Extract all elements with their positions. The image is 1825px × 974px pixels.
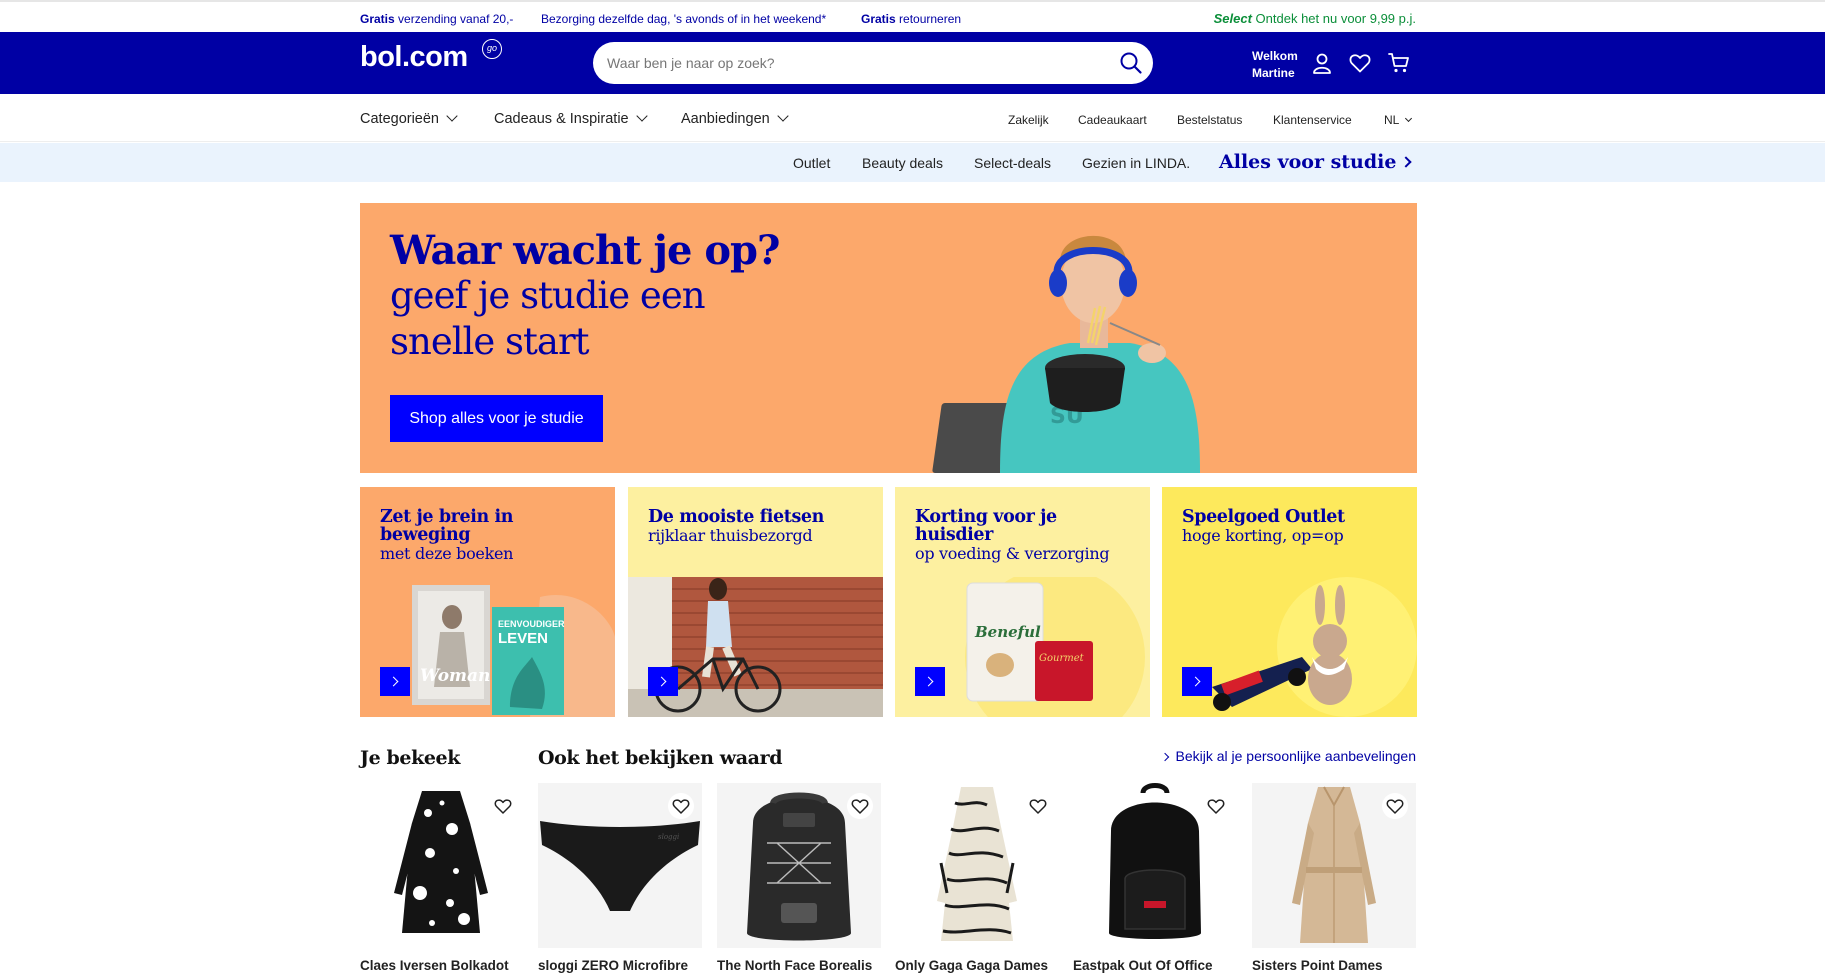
wishlist-heart-icon[interactable] bbox=[1348, 51, 1372, 75]
search-bar bbox=[593, 42, 1153, 84]
heart-icon[interactable] bbox=[1203, 793, 1229, 819]
chevron-right-icon bbox=[1400, 156, 1413, 168]
product-card[interactable]: Claes Iversen Bolkadot bbox=[360, 783, 524, 974]
chevron-down-icon bbox=[635, 110, 648, 122]
bike-image bbox=[628, 577, 883, 717]
heart-icon[interactable] bbox=[847, 793, 873, 819]
search-icon[interactable] bbox=[1119, 51, 1143, 75]
hero-subtitle: geef je studie een snelle start bbox=[390, 274, 706, 363]
logo-badge: go bbox=[482, 39, 502, 59]
svg-text:sloggi: sloggi bbox=[658, 833, 679, 841]
tile-books-title: Zet je brein in beweging bbox=[380, 507, 514, 545]
tile-books[interactable]: Zet je brein in beweging met deze boeken … bbox=[360, 487, 615, 717]
chevron-down-icon bbox=[446, 110, 458, 122]
usp-free-returns[interactable]: Gratis retourneren bbox=[861, 12, 961, 26]
nav-giftcard[interactable]: Cadeaukaart bbox=[1078, 113, 1147, 127]
subnav-select-deals[interactable]: Select-deals bbox=[974, 155, 1051, 171]
heart-icon[interactable] bbox=[1025, 793, 1051, 819]
subnav-beauty-deals[interactable]: Beauty deals bbox=[862, 155, 943, 171]
tile-pets[interactable]: Korting voor je huisdier op voeding & ver… bbox=[895, 487, 1150, 717]
tile-bikes-arrow-button[interactable] bbox=[648, 667, 678, 696]
usp-bar: Gratis verzending vanaf 20,- Bezorging d… bbox=[0, 0, 1825, 32]
svg-text:Gourmet: Gourmet bbox=[1039, 653, 1085, 664]
pet-food-image: Beneful Gourmet bbox=[895, 567, 1150, 717]
recommended-heading: Ook het bekijken waard bbox=[538, 747, 783, 769]
product-name[interactable]: sloggi ZERO Microfibre bbox=[538, 958, 718, 973]
tile-toys-subtitle: hoge korting, op=op bbox=[1182, 526, 1344, 545]
heart-icon[interactable] bbox=[490, 793, 516, 819]
nav-gifts-inspiration[interactable]: Cadeaus & Inspiratie bbox=[494, 110, 648, 127]
tile-pets-subtitle: op voeding & verzorging bbox=[915, 544, 1110, 563]
product-name[interactable]: Claes Iversen Bolkadot bbox=[360, 958, 540, 973]
product-name[interactable]: Sisters Point Dames bbox=[1252, 958, 1432, 973]
main-nav: Categorieën Cadeaus & Inspiratie Aanbied… bbox=[0, 94, 1825, 142]
tile-books-arrow-button[interactable] bbox=[380, 667, 410, 696]
header: bol.com go Welkom Martine bbox=[0, 32, 1825, 94]
product-name[interactable]: Eastpak Out Of Office bbox=[1073, 958, 1253, 973]
svg-text:EENVOUDIGER: EENVOUDIGER bbox=[498, 619, 565, 629]
all-recommendations-link[interactable]: Bekijk al je persoonlijke aanbevelingen bbox=[1160, 748, 1416, 764]
books-image: Woman EENVOUDIGER LEVEN bbox=[360, 577, 615, 717]
cart-icon[interactable] bbox=[1387, 51, 1411, 75]
welcome-text[interactable]: Welkom Martine bbox=[1252, 48, 1298, 82]
product-name[interactable]: The North Face Borealis bbox=[717, 958, 897, 973]
heart-icon[interactable] bbox=[668, 793, 694, 819]
hero-banner[interactable]: Waar wacht je op? geef je studie een sne… bbox=[360, 203, 1417, 473]
nav-customer-service[interactable]: Klantenservice bbox=[1273, 113, 1352, 127]
nav-business[interactable]: Zakelijk bbox=[1008, 113, 1049, 127]
usp-delivery[interactable]: Bezorging dezelfde dag, 's avonds of in … bbox=[541, 12, 826, 26]
product-name[interactable]: Only Gaga Gaga Dames bbox=[895, 958, 1075, 973]
product-card[interactable]: The North Face Borealis bbox=[717, 783, 881, 974]
tile-toys[interactable]: Speelgoed Outlet hoge korting, op=op bbox=[1162, 487, 1417, 717]
tile-books-subtitle: met deze boeken bbox=[380, 544, 514, 563]
search-input[interactable] bbox=[607, 42, 1097, 84]
logo[interactable]: bol.com bbox=[360, 41, 468, 74]
chevron-down-icon bbox=[1405, 114, 1413, 123]
product-card[interactable]: Eastpak Out Of Office bbox=[1073, 783, 1237, 974]
tile-bikes[interactable]: De mooiste fietsen rijklaar thuisbezorgd bbox=[628, 487, 883, 717]
svg-text:LEVEN: LEVEN bbox=[498, 630, 548, 647]
viewed-heading: Je bekeek bbox=[360, 747, 460, 769]
account-icon[interactable] bbox=[1310, 51, 1334, 75]
select-promo-link[interactable]: Select Ontdek het nu voor 9,99 p.j. bbox=[1214, 11, 1416, 26]
product-card[interactable]: Only Gaga Gaga Dames bbox=[895, 783, 1059, 974]
tile-toys-title: Speelgoed Outlet bbox=[1182, 507, 1345, 527]
hero-student-image: SU bbox=[930, 203, 1230, 473]
chevron-down-icon bbox=[777, 110, 789, 122]
sub-nav: Outlet Beauty deals Select-deals Gezien … bbox=[0, 143, 1825, 182]
tile-bikes-subtitle: rijklaar thuisbezorgd bbox=[648, 526, 813, 545]
chevron-right-icon bbox=[1160, 752, 1169, 762]
subnav-outlet[interactable]: Outlet bbox=[793, 155, 830, 171]
product-card[interactable]: sloggi sloggi ZERO Microfibre bbox=[538, 783, 702, 974]
hero-title: Waar wacht je op? bbox=[390, 227, 780, 274]
tile-pets-arrow-button[interactable] bbox=[915, 667, 945, 696]
subnav-linda[interactable]: Gezien in LINDA. bbox=[1082, 155, 1190, 171]
usp-free-shipping[interactable]: Gratis verzending vanaf 20,- bbox=[360, 12, 513, 26]
nav-order-status[interactable]: Bestelstatus bbox=[1177, 113, 1242, 127]
heart-icon[interactable] bbox=[1382, 793, 1408, 819]
language-select[interactable]: NL bbox=[1384, 113, 1413, 127]
subnav-study-feature[interactable]: Alles voor studie bbox=[1219, 151, 1413, 173]
tile-toys-arrow-button[interactable] bbox=[1182, 667, 1212, 696]
toys-image bbox=[1162, 577, 1417, 717]
svg-text:Woman: Woman bbox=[420, 666, 490, 686]
nav-offers[interactable]: Aanbiedingen bbox=[681, 110, 789, 127]
nav-categories[interactable]: Categorieën bbox=[360, 110, 458, 127]
product-card[interactable]: Sisters Point Dames bbox=[1252, 783, 1416, 974]
tile-pets-title: Korting voor je huisdier bbox=[915, 507, 1057, 545]
svg-text:Beneful: Beneful bbox=[974, 623, 1041, 641]
hero-cta-button[interactable]: Shop alles voor je studie bbox=[390, 395, 603, 442]
tile-bikes-title: De mooiste fietsen bbox=[648, 507, 824, 527]
